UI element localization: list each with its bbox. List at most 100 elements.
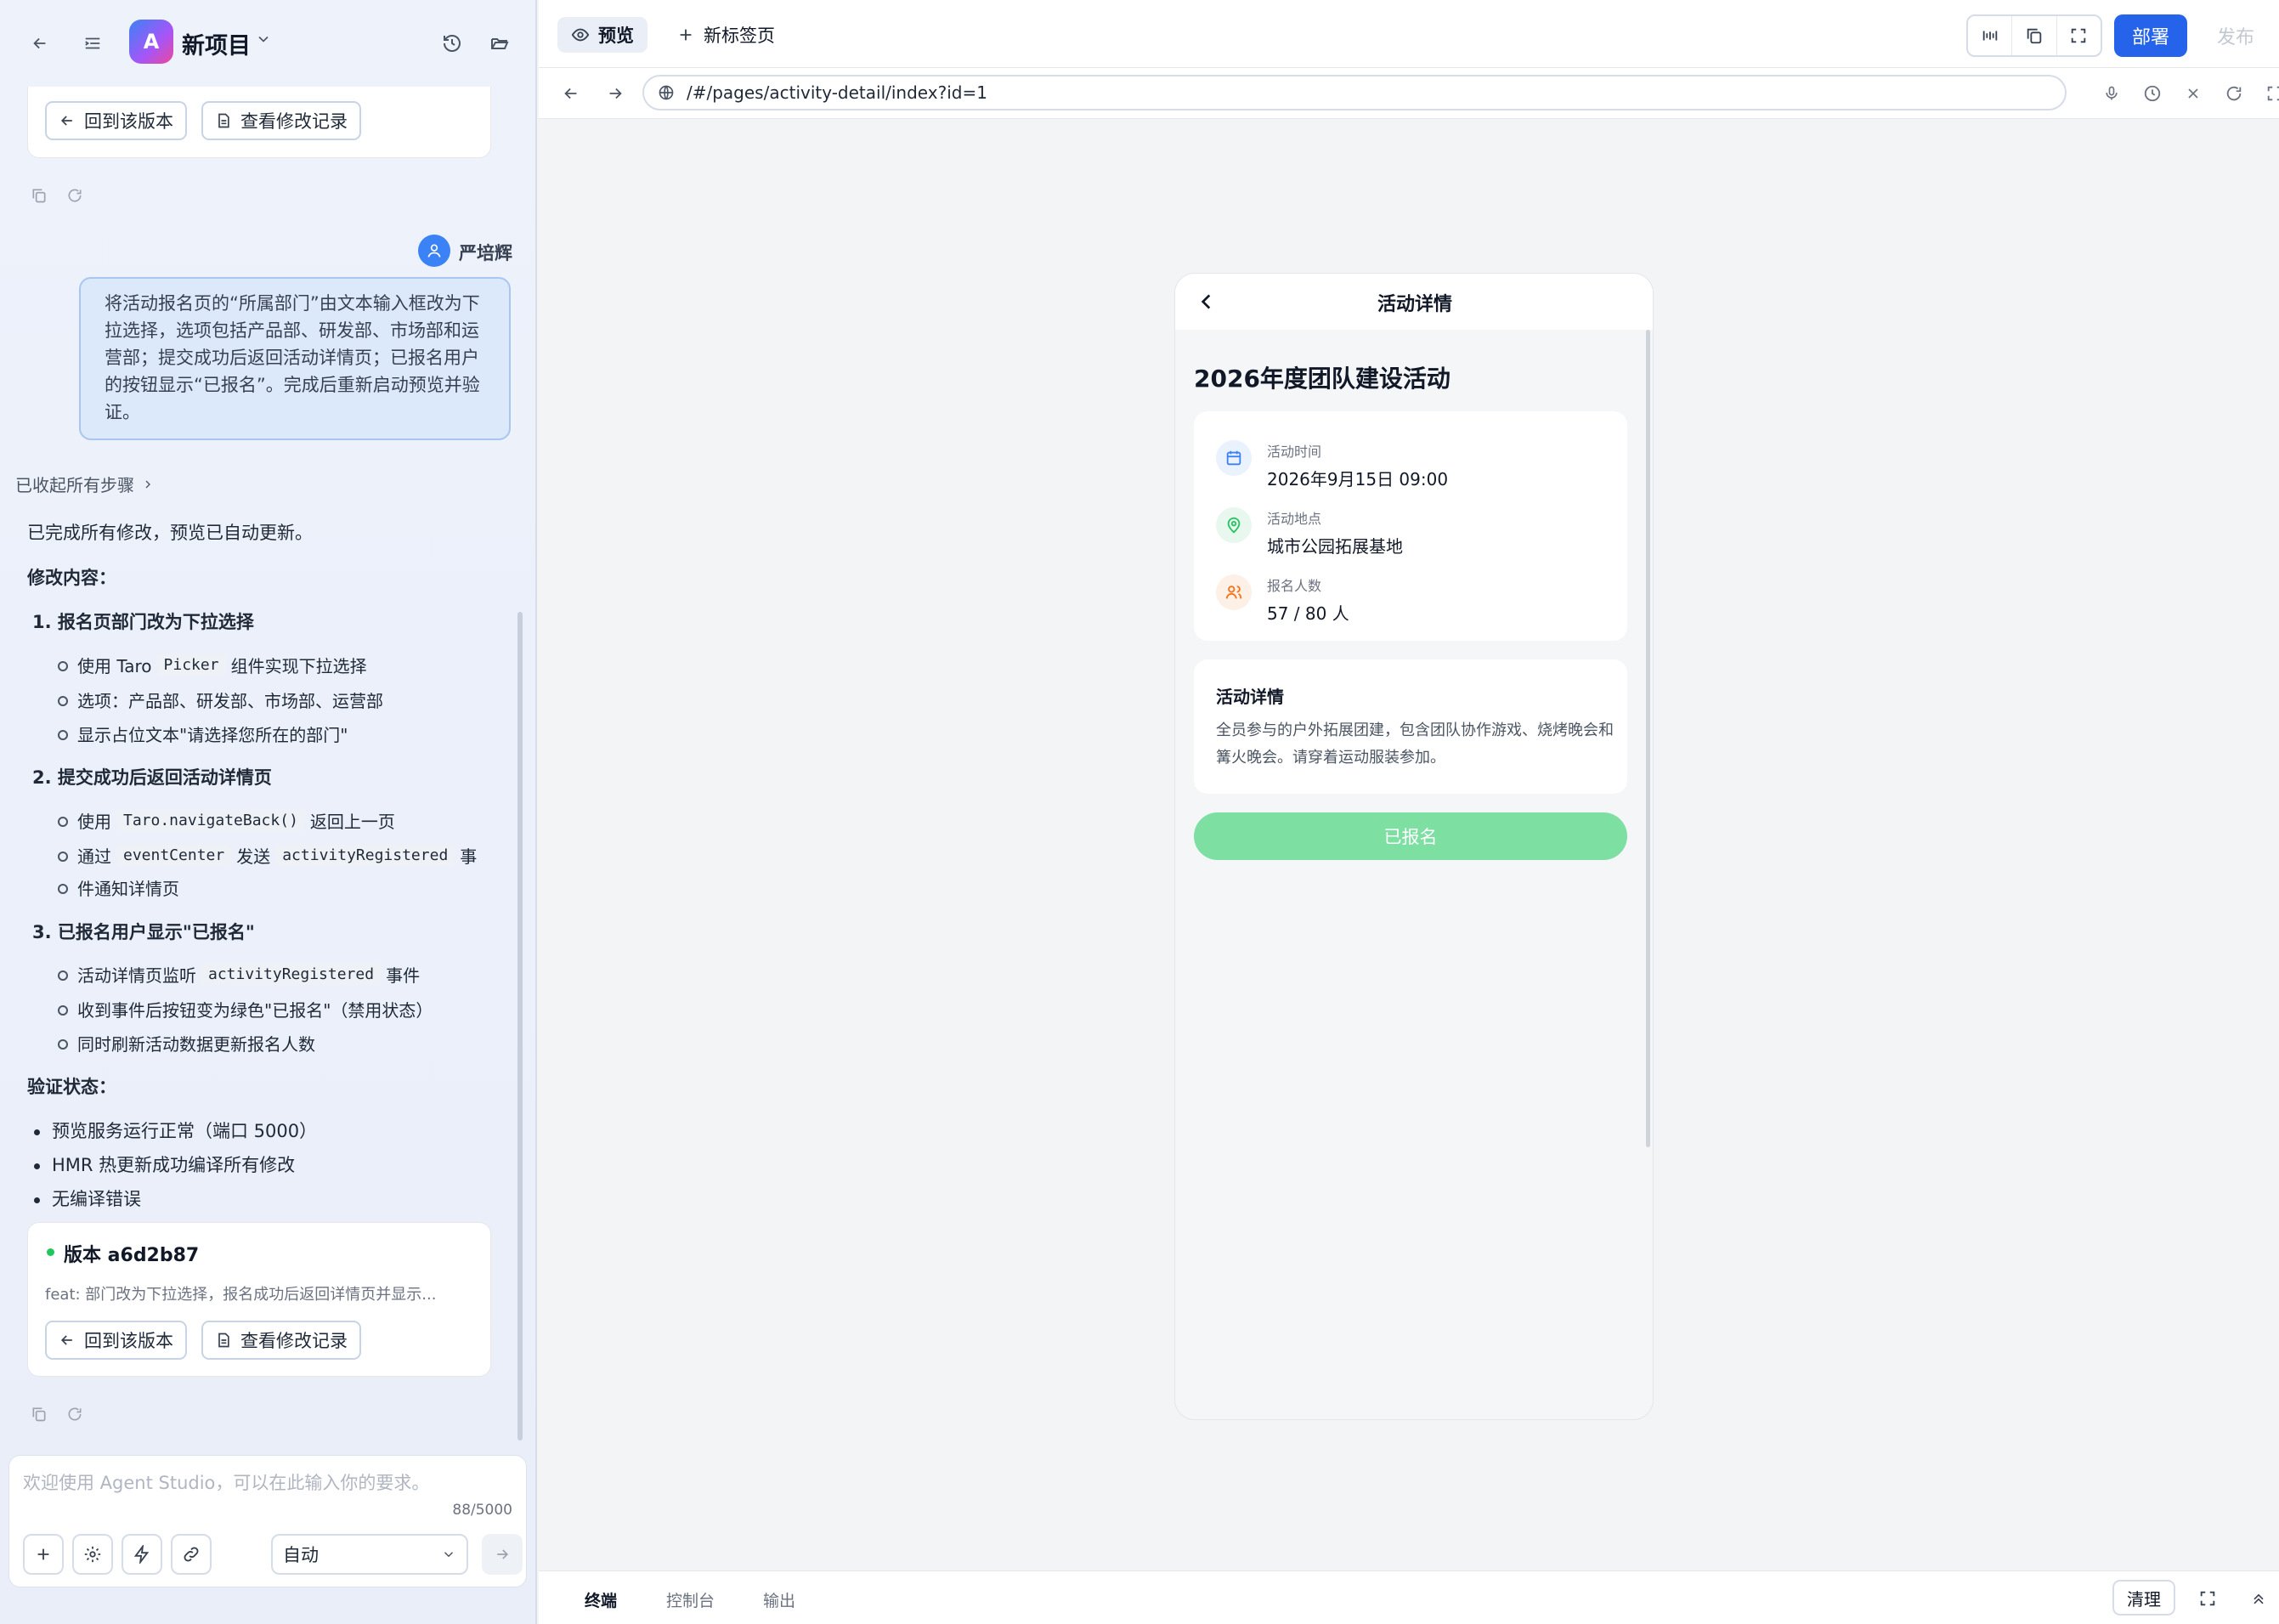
project-logo: A [129, 20, 173, 64]
chat-input[interactable]: 欢迎使用 Agent Studio，可以在此输入你的要求。 88/5000 自动 [8, 1455, 527, 1587]
info-label: 报名人数 [1267, 578, 1322, 594]
add-button[interactable] [23, 1534, 64, 1575]
arrow-left-icon [60, 1335, 72, 1345]
code-snippet: activityRegistered [201, 964, 382, 985]
user-avatar [418, 235, 450, 267]
char-counter: 88/5000 [452, 1502, 512, 1519]
retry-icon[interactable] [66, 1406, 83, 1423]
users-icon [1216, 574, 1252, 610]
revert-label: 回到该版本 [84, 1331, 173, 1351]
tab-new[interactable]: 新标签页 [676, 17, 775, 53]
code-view-icon[interactable] [1968, 16, 2011, 55]
copy-icon[interactable] [31, 1406, 48, 1423]
globe-icon [659, 85, 674, 100]
deploy-button[interactable]: 部署 [2114, 14, 2187, 57]
mode-select[interactable]: 自动 [271, 1534, 468, 1575]
change-item-2-title: 2. 提交成功后返回活动详情页 [32, 767, 272, 788]
chevron-down-icon [444, 1552, 454, 1558]
chat-messages[interactable]: 回到该版本 查看修改记录 严培辉 将活动报名页的“所属部门”由文本输入框改为下拉… [0, 87, 537, 1451]
tab-bar: 预览 新标签页 部署 发布 [539, 0, 2279, 68]
plus-icon [37, 1548, 49, 1560]
copy-icon[interactable] [31, 187, 48, 204]
close-icon[interactable] [2176, 76, 2210, 110]
revert-label: 回到该版本 [84, 111, 173, 132]
refresh-icon[interactable] [2217, 76, 2251, 110]
revert-version-button[interactable]: 回到该版本 [45, 1321, 187, 1360]
plus-icon [680, 29, 692, 41]
chat-scrollbar[interactable] [517, 612, 523, 1440]
link-icon [184, 1547, 199, 1562]
tab-console[interactable]: 控制台 [666, 1588, 715, 1611]
info-value: 57 / 80 人 [1267, 603, 1349, 624]
event-title: 2026年度团队建设活动 [1194, 365, 1451, 393]
retry-icon[interactable] [66, 187, 83, 204]
publish-button[interactable]: 发布 [2199, 14, 2272, 57]
clear-button[interactable]: 清理 [2112, 1580, 2175, 1616]
revert-version-button[interactable]: 回到该版本 [45, 101, 187, 140]
settings-button[interactable] [72, 1534, 113, 1575]
chevron-down-icon[interactable] [255, 31, 272, 48]
details-card: 活动详情 全员参与的户外拓展团建，包含团队协作游戏、烧烤晚会和篝火晚会。请穿着运… [1194, 659, 1627, 794]
nav-back-icon[interactable] [554, 76, 588, 110]
phone-scrollbar[interactable] [1646, 330, 1650, 1147]
tab-preview[interactable]: 预览 [557, 17, 648, 53]
chat-header: A 新项目 [0, 0, 537, 87]
fullscreen-icon[interactable] [2057, 16, 2101, 55]
link-button[interactable] [171, 1534, 212, 1575]
view-history-button[interactable]: 查看修改记录 [201, 1321, 361, 1360]
info-label: 活动地点 [1267, 511, 1322, 527]
verify-item: 无编译错误 [34, 1185, 141, 1211]
back-arrow-icon[interactable] [23, 26, 57, 60]
event-info-card: 活动时间 2026年9月15日 09:00 活动地点 城市公园拓展基地 报名人数… [1194, 411, 1627, 641]
change-item-1-sub-3: 显示占位文本"请选择您所在的部门" [58, 721, 348, 746]
nav-forward-icon[interactable] [598, 76, 632, 110]
info-row-signups: 报名人数 57 / 80 人 [1216, 574, 1349, 625]
version-title: 版本 a6d2b87 [64, 1245, 200, 1266]
send-button[interactable] [482, 1534, 523, 1575]
microphone-icon[interactable] [2095, 76, 2129, 110]
maximize-icon[interactable] [2191, 1582, 2225, 1616]
history-icon[interactable] [435, 26, 469, 60]
lightning-button[interactable] [122, 1534, 162, 1575]
view-toolbar [1966, 14, 2102, 57]
phone-frame: 活动详情 2026年度团队建设活动 活动时间 2026年9月15日 09:00 [1174, 273, 1654, 1420]
info-value: 城市公园拓展基地 [1267, 536, 1403, 557]
phone-nav-title: 活动详情 [1377, 294, 1452, 315]
user-message: 将活动报名页的“所属部门”由文本输入框改为下拉选择，选项包括产品部、研发部、市场… [79, 277, 511, 440]
location-icon [1216, 507, 1252, 543]
registered-button[interactable]: 已报名 [1194, 812, 1627, 860]
lightning-icon [133, 1545, 150, 1564]
code-snippet: activityRegistered [275, 845, 455, 866]
verify-item: HMR 热更新成功编译所有修改 [34, 1152, 295, 1177]
project-name[interactable]: 新项目 [182, 27, 251, 60]
change-item-2-sub-2: 通过 eventCenter 发送 activityRegistered 事 [58, 843, 500, 868]
copy-icon[interactable] [2011, 16, 2057, 55]
tab-preview-label: 预览 [598, 25, 634, 46]
verify-heading: 验证状态： [27, 1077, 116, 1097]
view-history-button[interactable]: 查看修改记录 [201, 101, 361, 140]
arrow-left-icon [60, 116, 72, 126]
folder-open-icon[interactable] [483, 26, 517, 60]
tab-output[interactable]: 输出 [763, 1588, 795, 1611]
change-item-3-sub-1: 活动详情页监听 activityRegistered 事件 [58, 962, 420, 987]
clock-icon[interactable] [2135, 76, 2169, 110]
info-row-time: 活动时间 2026年9月15日 09:00 [1216, 440, 1448, 490]
tab-new-label: 新标签页 [704, 25, 775, 46]
code-snippet: Picker [156, 654, 226, 676]
input-placeholder[interactable]: 欢迎使用 Agent Studio，可以在此输入你的要求。 [23, 1469, 429, 1495]
tab-terminal[interactable]: 终端 [585, 1588, 617, 1611]
url-text: /#/pages/activity-detail/index?id=1 [687, 82, 987, 103]
menu-list-icon[interactable] [76, 26, 110, 60]
change-item-1-title: 1. 报名页部门改为下拉选择 [32, 612, 254, 632]
info-row-location: 活动地点 城市公园拓展基地 [1216, 507, 1403, 557]
collapsed-steps-toggle[interactable]: 已收起所有步骤 [15, 472, 155, 496]
details-text: 全员参与的户外拓展团建，包含团队协作游戏、烧烤晚会和篝火晚会。请穿着运动服装参加… [1216, 721, 1614, 767]
collapse-up-icon[interactable] [2242, 1582, 2276, 1616]
url-input[interactable]: /#/pages/activity-detail/index?id=1 [642, 75, 2067, 110]
history-label: 查看修改记录 [240, 1331, 348, 1351]
expand-icon[interactable] [2258, 76, 2279, 110]
chevron-right-icon [145, 480, 150, 488]
change-item-3-sub-3: 同时刷新活动数据更新报名人数 [58, 1031, 315, 1055]
assistant-intro: 已完成所有修改，预览已自动更新。 [27, 523, 313, 543]
change-item-3-sub-2: 收到事件后按钮变为绿色"已报名"（禁用状态） [58, 997, 433, 1021]
